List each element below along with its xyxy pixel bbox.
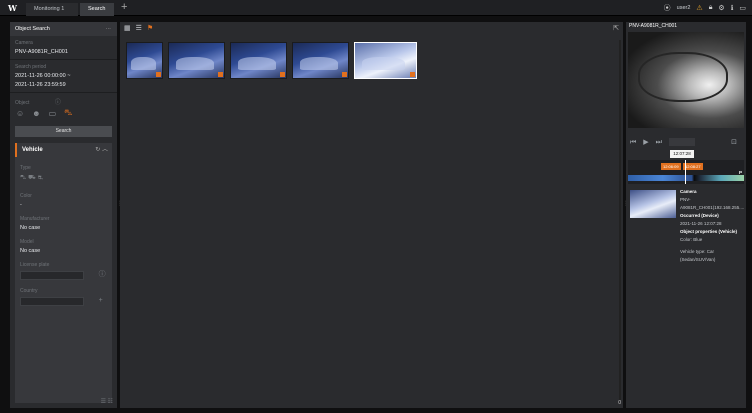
- info-camera-value: PNV-A9081R_CH001(192.168.255....: [680, 197, 745, 210]
- model-value[interactable]: No case: [15, 248, 112, 254]
- period-label: Search period: [15, 64, 47, 70]
- result-thumbnail[interactable]: [168, 42, 225, 79]
- lock-icon[interactable]: 🔒︎: [709, 4, 713, 12]
- gear-icon[interactable]: ⚙: [718, 4, 724, 12]
- info-color: Color: Blue: [680, 237, 703, 242]
- object-label: Object ⓘ: [15, 100, 61, 106]
- info-icon[interactable]: ℹ: [731, 4, 734, 12]
- export-icon[interactable]: ⇱: [613, 24, 619, 32]
- help-icon[interactable]: ⓘ: [55, 100, 61, 106]
- info-camera-heading: Camera: [680, 189, 697, 194]
- thumbnail-list: [126, 42, 417, 79]
- window-icon[interactable]: ▭: [739, 4, 746, 12]
- list-view-icon[interactable]: ☰ ☷: [101, 398, 113, 405]
- vehicle-title: Vehicle: [22, 147, 43, 153]
- tab-search[interactable]: Search: [80, 3, 114, 16]
- country-input[interactable]: [20, 297, 84, 306]
- more-icon[interactable]: ···: [106, 22, 112, 36]
- user-icon[interactable]: ⦿: [664, 3, 671, 13]
- skip-back-icon[interactable]: ⏮: [630, 139, 636, 146]
- period-end[interactable]: 2021-11-26 23:59:59: [10, 82, 117, 88]
- period-start[interactable]: 2021-11-26 00:00:00 ~: [10, 73, 117, 79]
- result-thumbnail[interactable]: [292, 42, 349, 79]
- info-occurred-value: 2021-11-26 12:07:28: [680, 221, 722, 226]
- time-tooltip: 12:07:28: [670, 150, 694, 158]
- timeline-band: [628, 175, 744, 181]
- snapshot-icon[interactable]: ⊡: [731, 138, 737, 146]
- tab-monitoring[interactable]: Monitoring 1: [26, 3, 78, 16]
- vehicle-filter: Vehicle ↻ ︿ Type ⛍⛟⛐ Color - Manufacture…: [15, 143, 112, 403]
- play-icon[interactable]: ▶: [643, 139, 648, 146]
- list-view-icon[interactable]: ☰: [136, 24, 142, 32]
- license-plate-input[interactable]: [20, 271, 84, 280]
- camera-label: Camera: [15, 40, 33, 46]
- grid-view-icon[interactable]: ▦: [124, 24, 131, 32]
- preview-panel: PNV-A9081R_CH001 ⏮ ▶ ⏭ ⊡ 12:07:28 12:06:…: [626, 22, 746, 408]
- panel-title: Object Search: [15, 26, 50, 32]
- divider: [10, 59, 117, 60]
- flag-icon[interactable]: ⚑: [147, 24, 153, 32]
- object-type-icons: ☺ ☻ ▭ ⛍: [10, 106, 117, 120]
- info-props-heading: Object properties (Vehicle): [680, 229, 738, 234]
- search-button[interactable]: Search: [15, 126, 112, 137]
- color-value[interactable]: -: [15, 202, 112, 208]
- timeline-end-label: P: [738, 170, 742, 175]
- model-label: Model: [20, 239, 34, 245]
- result-thumbnail[interactable]: [230, 42, 287, 79]
- manufacturer-value[interactable]: No case: [15, 225, 112, 231]
- info-thumbnail: [630, 190, 676, 218]
- timeline[interactable]: 12:06:09 12:08:27 P: [628, 160, 744, 184]
- video-preview[interactable]: [628, 32, 744, 128]
- timeline-cursor[interactable]: [685, 160, 686, 184]
- face-icon[interactable]: ☻: [32, 109, 40, 118]
- vehicle-type-icons[interactable]: ⛍⛟⛐: [15, 171, 112, 185]
- vehicle-header: Vehicle ↻ ︿: [15, 143, 112, 157]
- result-footer: 0: [618, 400, 621, 406]
- speed-selector[interactable]: [668, 138, 695, 147]
- divider: [10, 92, 117, 93]
- camera-value[interactable]: PNV-A9081R_CH001: [10, 49, 117, 55]
- result-thumbnail-selected[interactable]: [354, 42, 417, 79]
- manufacturer-label: Manufacturer: [20, 216, 50, 222]
- person-icon[interactable]: ☺: [16, 109, 24, 118]
- timeline-start-tag: 12:06:09: [661, 163, 681, 170]
- color-label: Color: [20, 193, 32, 199]
- top-bar: W Monitoring 1 Search + ⦿ user2 ⚠ 🔒︎ ⚙ ℹ…: [0, 0, 752, 16]
- plate-icon[interactable]: ▭: [49, 109, 57, 118]
- warning-icon[interactable]: ⚠: [696, 4, 702, 12]
- view-tools: ▦ ☰ ⚑: [124, 24, 153, 32]
- preview-camera-title: PNV-A9081R_CH001: [629, 23, 678, 29]
- add-icon[interactable]: +: [99, 297, 103, 304]
- top-right-tools: ⦿ user2 ⚠ 🔒︎ ⚙ ℹ ▭: [664, 3, 746, 13]
- scrollbar[interactable]: [619, 40, 621, 400]
- reset-collapse-icon[interactable]: ↻ ︿: [95, 143, 108, 157]
- app-logo: W: [8, 3, 17, 13]
- help-icon[interactable]: ⓘ: [99, 269, 106, 279]
- object-search-panel: Object Search ··· Camera PNV-A9081R_CH00…: [10, 22, 117, 408]
- step-forward-icon[interactable]: ⏭: [656, 139, 662, 146]
- info-occurred-heading: Occurred (Device): [680, 213, 719, 218]
- panel-header: Object Search ···: [10, 22, 117, 36]
- add-tab-button[interactable]: +: [121, 1, 127, 14]
- object-info: Camera PNV-A9081R_CH001(192.168.255.... …: [680, 188, 746, 264]
- user-name: user2: [676, 5, 691, 11]
- results-area: ▦ ☰ ⚑ ⇱ 0: [120, 22, 623, 408]
- vehicle-icon[interactable]: ⛍: [64, 108, 72, 118]
- result-thumbnail[interactable]: [126, 42, 163, 79]
- info-vehicle-type: Vehicle type: Car (Sedan/SUV/Van): [680, 249, 716, 262]
- playback-controls: ⏮ ▶ ⏭ ⊡: [630, 138, 742, 148]
